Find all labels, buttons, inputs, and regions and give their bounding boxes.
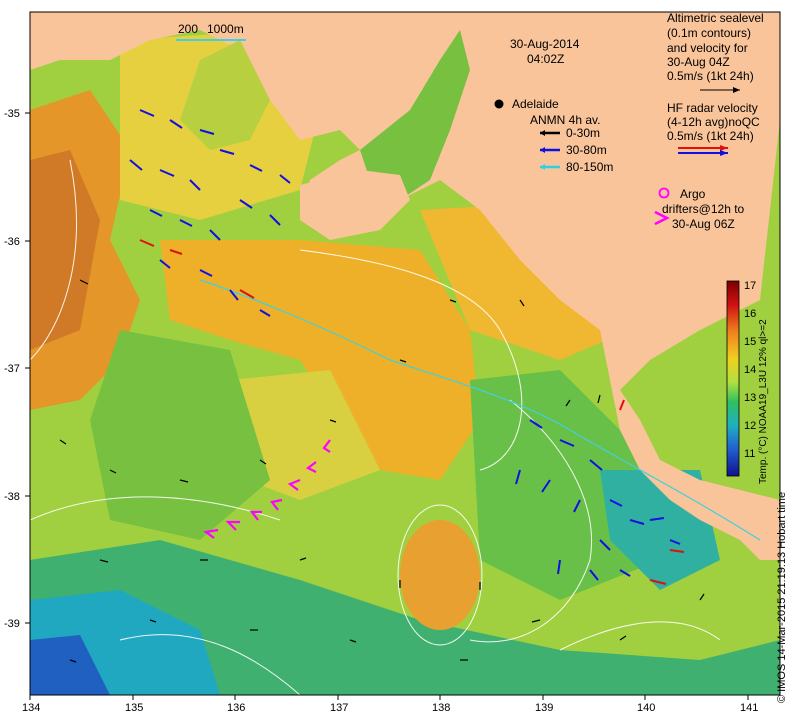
altimetry-legend-line-4: 0.5m/s (1kt 24h) xyxy=(667,69,754,83)
x-tick-137: 137 xyxy=(330,702,348,714)
altimetry-legend-line-3: 30-Aug 04Z xyxy=(667,55,730,69)
hf-radar-legend-line-0: HF radar velocity xyxy=(667,101,758,115)
colorbar-tick-11: 11 xyxy=(744,448,755,460)
adelaide-marker xyxy=(494,99,504,109)
x-axis: 134 135 136 137 138 139 140 141 xyxy=(22,695,758,714)
anmn-legend-item-2: 80-150m xyxy=(566,160,613,174)
colorbar-tick-15: 15 xyxy=(744,336,756,348)
y-tick-39: -39 xyxy=(4,618,20,630)
x-tick-136: 136 xyxy=(227,702,245,714)
anmn-legend-item-0: 0-30m xyxy=(566,126,600,140)
y-tick-36: -36 xyxy=(4,236,20,248)
scale-bar-right-label: 1000m xyxy=(207,22,244,36)
altimetry-legend-line-2: and velocity for xyxy=(667,41,748,55)
colorbar-tick-12: 12 xyxy=(744,420,756,432)
x-tick-141: 141 xyxy=(740,702,758,714)
sst-eddy-warm xyxy=(400,520,480,630)
altimetry-legend-line-0: Altimetric sealevel xyxy=(667,11,764,25)
y-tick-38: -38 xyxy=(4,491,20,503)
time-label: 04:02Z xyxy=(527,52,564,66)
x-tick-140: 140 xyxy=(637,702,655,714)
colorbar-tick-14: 14 xyxy=(744,364,756,376)
x-tick-139: 139 xyxy=(535,702,553,714)
x-tick-135: 135 xyxy=(125,702,143,714)
colorbar-tick-13: 13 xyxy=(744,392,756,404)
anmn-legend-title: ANMN 4h av. xyxy=(530,113,600,127)
colorbar-title: Temp. (°C) NOAA19_L3U 12% ql>=2 xyxy=(758,319,769,484)
sst-map: 200 1000m 30-Aug-2014 04:02Z Adelaide AN… xyxy=(4,11,781,714)
colorbar-tick-16: 16 xyxy=(744,308,756,320)
date-label: 30-Aug-2014 xyxy=(510,37,580,51)
argo-legend-line-2: 30-Aug 06Z xyxy=(672,217,735,231)
x-tick-138: 138 xyxy=(432,702,450,714)
adelaide-label: Adelaide xyxy=(512,97,559,111)
anmn-legend-item-1: 30-80m xyxy=(566,143,607,157)
argo-legend-line-1: drifters@12h to xyxy=(662,202,745,216)
y-tick-35: -35 xyxy=(4,108,20,120)
hf-radar-legend-line-1: (4-12h avg)noQC xyxy=(667,115,760,129)
y-axis: -35 -36 -37 -38 -39 xyxy=(4,108,30,630)
x-tick-134: 134 xyxy=(22,702,40,714)
credit-text: © IMOS 14-Mar-2015 21:19:13 Hobart time xyxy=(776,491,788,703)
argo-legend-line-0: Argo xyxy=(680,187,706,201)
scale-bar-left-label: 200 xyxy=(178,22,198,36)
y-tick-37: -37 xyxy=(4,363,20,375)
altimetry-legend-line-1: (0.1m contours) xyxy=(667,26,751,40)
hf-radar-legend-line-2: 0.5m/s (1kt 24h) xyxy=(667,129,754,143)
colorbar-tick-17: 17 xyxy=(744,280,756,292)
